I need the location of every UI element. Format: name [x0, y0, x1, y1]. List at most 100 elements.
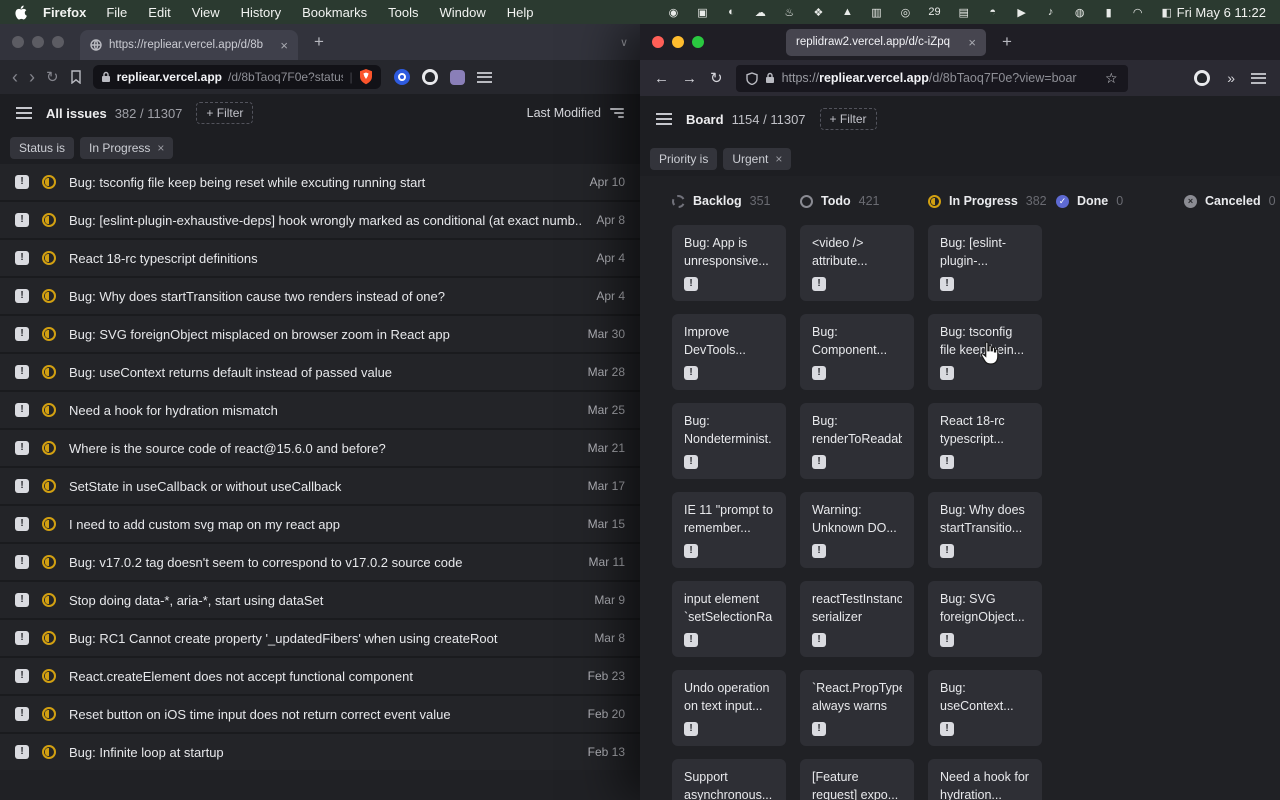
- remove-filter-icon[interactable]: ×: [775, 152, 782, 166]
- menubar-status-icon[interactable]: ♪: [1045, 6, 1057, 18]
- issue-card[interactable]: Bug: SVG foreignObject... !: [928, 581, 1042, 657]
- issue-card[interactable]: Warning: Unknown DO... !: [800, 492, 914, 568]
- menubar-status-icon[interactable]: ◍: [1074, 6, 1086, 19]
- menubar-menu-item[interactable]: Bookmarks: [302, 5, 367, 20]
- tab-close-icon[interactable]: ×: [280, 38, 288, 53]
- reload-button[interactable]: ↻: [710, 71, 723, 86]
- back-button[interactable]: ‹: [12, 68, 18, 86]
- menubar-status-icon[interactable]: ◧: [1161, 6, 1173, 19]
- address-bar[interactable]: repliear.vercel.app /d/8bTaoq7F0e?status…: [93, 65, 381, 89]
- add-filter-button[interactable]: + Filter: [196, 102, 253, 124]
- app-menu-icon[interactable]: [656, 113, 672, 125]
- issue-card[interactable]: IE 11 "prompt to remember... !: [672, 492, 786, 568]
- new-tab-button[interactable]: +: [1002, 32, 1012, 52]
- menubar-status-icon[interactable]: ◉: [667, 6, 679, 19]
- menubar-status-icon[interactable]: ▶: [1016, 6, 1028, 19]
- tabs-list-chevron-icon[interactable]: ∨: [620, 36, 628, 49]
- menubar-status-icon[interactable]: ▥: [870, 6, 882, 19]
- issue-card[interactable]: React 18-rc typescript... !: [928, 403, 1042, 479]
- menubar-status-icon[interactable]: ◎: [899, 6, 911, 19]
- menubar-status-icon[interactable]: ☁: [754, 6, 766, 19]
- issue-card[interactable]: Bug: tsconfig file keep bein... !: [928, 314, 1042, 390]
- new-tab-button[interactable]: +: [314, 32, 324, 52]
- issue-row[interactable]: ! Stop doing data-*, aria-*, start using…: [0, 582, 640, 618]
- menubar-menu-item[interactable]: Window: [440, 5, 486, 20]
- bookmark-icon[interactable]: [70, 70, 82, 84]
- issue-card[interactable]: Bug: Component... !: [800, 314, 914, 390]
- browser-tab[interactable]: replidraw2.vercel.app/d/c-iZpq ×: [786, 29, 986, 56]
- extensions-icon[interactable]: [450, 70, 465, 85]
- issue-row[interactable]: ! Bug: v17.0.2 tag doesn't seem to corre…: [0, 544, 640, 580]
- github-extension-icon[interactable]: [422, 69, 438, 85]
- menubar-menu-item[interactable]: Tools: [388, 5, 418, 20]
- issue-card[interactable]: Undo operation on text input... !: [672, 670, 786, 746]
- issue-row[interactable]: ! Bug: tsconfig file keep being reset wh…: [0, 164, 640, 200]
- menubar-status-icon[interactable]: ◓: [987, 6, 999, 18]
- issue-card[interactable]: Bug: App is unresponsive... !: [672, 225, 786, 301]
- onepassword-extension-icon[interactable]: [394, 69, 410, 85]
- minimize-window-button[interactable]: [672, 36, 684, 48]
- filter-field-chip[interactable]: Priority is: [650, 148, 717, 170]
- add-filter-button[interactable]: + Filter: [820, 108, 877, 130]
- remove-filter-icon[interactable]: ×: [157, 141, 164, 155]
- issue-row[interactable]: ! Bug: [eslint-plugin-exhaustive-deps] h…: [0, 202, 640, 238]
- issue-row[interactable]: ! React.createElement does not accept fu…: [0, 658, 640, 694]
- issue-row[interactable]: ! Bug: SVG foreignObject misplaced on br…: [0, 316, 640, 352]
- issue-card[interactable]: Need a hook for hydration... !: [928, 759, 1042, 800]
- menubar-menu-item[interactable]: Edit: [148, 5, 170, 20]
- issue-card[interactable]: Bug: Nondeterminist. !: [672, 403, 786, 479]
- menubar-status-icon[interactable]: 29: [928, 6, 940, 18]
- menubar-status-icon[interactable]: ▤: [958, 6, 970, 19]
- back-button[interactable]: ←: [654, 71, 669, 86]
- tab-close-icon[interactable]: ×: [968, 35, 976, 50]
- app-menu-icon[interactable]: [16, 107, 32, 119]
- issue-card[interactable]: Improve DevTools... !: [672, 314, 786, 390]
- issue-card[interactable]: Support asynchronous... !: [672, 759, 786, 800]
- menubar-menu-item[interactable]: History: [241, 5, 281, 20]
- issue-card[interactable]: `React.PropTypes always warns ab !: [800, 670, 914, 746]
- browser-tab[interactable]: https://repliear.vercel.app/d/8b ×: [80, 30, 298, 60]
- issue-card[interactable]: reactTestInstance serializer !: [800, 581, 914, 657]
- brave-shield-icon[interactable]: [359, 69, 373, 85]
- filter-field-chip[interactable]: Status is: [10, 137, 74, 159]
- zoom-window-button[interactable]: [692, 36, 704, 48]
- issue-row[interactable]: ! Need a hook for hydration mismatch Mar…: [0, 392, 640, 428]
- zoom-window-button[interactable]: [52, 36, 64, 48]
- forward-button[interactable]: →: [682, 71, 697, 86]
- issue-card[interactable]: Bug: renderToReadab !: [800, 403, 914, 479]
- issue-card[interactable]: Bug: Why does startTransitio... !: [928, 492, 1042, 568]
- issue-card[interactable]: Bug: [eslint-plugin-... !: [928, 225, 1042, 301]
- minimize-window-button[interactable]: [32, 36, 44, 48]
- issue-card[interactable]: [Feature request] expo... !: [800, 759, 914, 800]
- issue-row[interactable]: ! Where is the source code of react@15.6…: [0, 430, 640, 466]
- issue-row[interactable]: ! SetState in useCallback or without use…: [0, 468, 640, 504]
- close-window-button[interactable]: [652, 36, 664, 48]
- menubar-menu-item[interactable]: View: [192, 5, 220, 20]
- menubar-status-icon[interactable]: ▲: [841, 6, 853, 18]
- filter-value-chip[interactable]: In Progress ×: [80, 137, 173, 159]
- issue-card[interactable]: Bug: useContext... !: [928, 670, 1042, 746]
- issue-card[interactable]: input element `setSelectionRa !: [672, 581, 786, 657]
- menubar-menu-item[interactable]: File: [106, 5, 127, 20]
- issue-row[interactable]: ! Reset button on iOS time input does no…: [0, 696, 640, 732]
- menubar-menu-item[interactable]: Help: [507, 5, 534, 20]
- filter-value-chip[interactable]: Urgent ×: [723, 148, 791, 170]
- menubar-status-icon[interactable]: ▣: [696, 6, 708, 19]
- issue-row[interactable]: ! Bug: RC1 Cannot create property '_upda…: [0, 620, 640, 656]
- sort-control[interactable]: Last Modified: [527, 106, 624, 120]
- browser-menu-icon[interactable]: [477, 72, 492, 83]
- menubar-status-icon[interactable]: ◠: [1132, 6, 1144, 19]
- issue-row[interactable]: ! Bug: useContext returns default instea…: [0, 354, 640, 390]
- menubar-status-icon[interactable]: ◐: [725, 6, 737, 18]
- overflow-menu-icon[interactable]: »: [1227, 70, 1234, 86]
- menubar-status-icon[interactable]: ▮: [1103, 6, 1115, 19]
- browser-menu-icon[interactable]: [1251, 73, 1266, 84]
- github-account-icon[interactable]: [1194, 70, 1210, 86]
- issue-row[interactable]: ! I need to add custom svg map on my rea…: [0, 506, 640, 542]
- menubar-status-icon[interactable]: ♨: [783, 6, 795, 19]
- reload-button[interactable]: ↻: [46, 70, 59, 85]
- bookmark-star-icon[interactable]: ☆: [1105, 70, 1118, 87]
- menubar-app-name[interactable]: Firefox: [43, 5, 86, 20]
- issue-row[interactable]: ! React 18-rc typescript definitions Apr…: [0, 240, 640, 276]
- close-window-button[interactable]: [12, 36, 24, 48]
